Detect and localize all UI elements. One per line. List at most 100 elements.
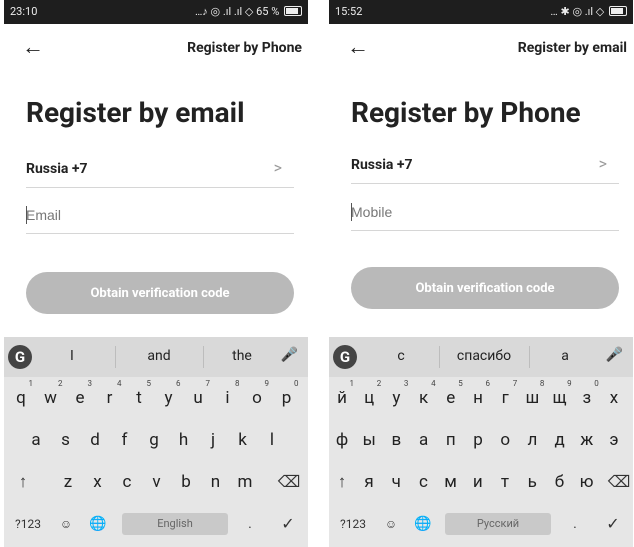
key[interactable]: ц2	[356, 379, 382, 415]
key[interactable]: н6	[465, 379, 491, 415]
key[interactable]: g	[141, 423, 167, 457]
key[interactable]: r4	[97, 379, 123, 415]
key[interactable]: d	[82, 423, 108, 457]
key[interactable]: й1	[329, 379, 355, 415]
symbols-key[interactable]: ?123	[333, 507, 373, 541]
key[interactable]: р	[465, 423, 491, 457]
key[interactable]: е5	[438, 379, 464, 415]
key[interactable]: h	[171, 423, 197, 457]
key[interactable]: l	[259, 423, 285, 457]
shift-icon[interactable]: ↑	[331, 465, 353, 499]
microphone-icon[interactable]: 🎤	[606, 347, 623, 363]
key[interactable]: u7	[185, 379, 211, 415]
suggestion-1[interactable]: с	[389, 348, 413, 364]
key-label: о	[500, 430, 511, 450]
key[interactable]: a	[23, 423, 49, 457]
key-label: x	[93, 472, 102, 492]
key[interactable]: s	[53, 423, 79, 457]
key-row-2: asd f gh j k l	[4, 423, 308, 463]
microphone-icon[interactable]: 🎤	[281, 347, 298, 363]
period-key[interactable]: .	[240, 507, 260, 541]
obtain-verification-code-button[interactable]: Obtain verification code	[26, 272, 294, 314]
key[interactable]: п	[438, 423, 464, 457]
key[interactable]: x	[85, 465, 111, 499]
key[interactable]: ш8	[519, 379, 545, 415]
google-icon[interactable]: G	[333, 345, 357, 369]
back-arrow-icon[interactable]: ←	[22, 35, 44, 61]
suggestion-2[interactable]: and	[134, 348, 184, 364]
key[interactable]: ж	[574, 423, 600, 457]
key[interactable]: e3	[67, 379, 93, 415]
shift-icon[interactable]: ↑	[10, 465, 36, 499]
suggestion-divider	[203, 346, 204, 368]
register-by-phone-link[interactable]: Register by Phone	[187, 40, 302, 56]
suggestion-3[interactable]: а	[553, 348, 577, 364]
key[interactable]: ь	[519, 465, 545, 499]
key[interactable]: v	[144, 465, 170, 499]
key[interactable]: ю	[574, 465, 600, 499]
key[interactable]: и	[465, 465, 491, 499]
key[interactable]: b	[173, 465, 199, 499]
key[interactable]: q1	[8, 379, 34, 415]
key[interactable]: я	[356, 465, 382, 499]
globe-icon[interactable]: 🌐	[86, 507, 110, 541]
key[interactable]: y6	[156, 379, 182, 415]
key[interactable]: c	[114, 465, 140, 499]
suggestion-3[interactable]: the	[222, 348, 262, 364]
key[interactable]: у3	[383, 379, 409, 415]
key[interactable]: м	[438, 465, 464, 499]
key[interactable]: щ9	[547, 379, 573, 415]
key[interactable]: k	[230, 423, 256, 457]
key[interactable]: i8	[215, 379, 241, 415]
key[interactable]: о	[492, 423, 518, 457]
email-input[interactable]	[26, 207, 286, 223]
google-icon[interactable]: G	[8, 345, 32, 369]
key[interactable]: з0	[574, 379, 600, 415]
done-icon[interactable]: ✓	[601, 507, 625, 541]
space-bar[interactable]: Русский	[445, 513, 551, 535]
period-key[interactable]: .	[565, 507, 585, 541]
key[interactable]: г7	[492, 379, 518, 415]
key[interactable]: б	[546, 465, 572, 499]
space-bar[interactable]: English	[122, 513, 228, 535]
key[interactable]: p0	[274, 379, 300, 415]
mobile-input[interactable]	[351, 204, 611, 220]
globe-icon[interactable]: 🌐	[411, 507, 435, 541]
email-field-row[interactable]	[26, 201, 294, 234]
key[interactable]: э	[601, 423, 627, 457]
key[interactable]: т	[492, 465, 518, 499]
key[interactable]: w2	[38, 379, 64, 415]
key[interactable]: j	[200, 423, 226, 457]
key[interactable]: в	[383, 423, 409, 457]
country-selector[interactable]: Russia +7 >	[351, 151, 619, 184]
backspace-icon[interactable]: ⌫	[607, 465, 631, 499]
register-by-email-link[interactable]: Register by email	[518, 40, 627, 56]
obtain-verification-code-button[interactable]: Obtain verification code	[351, 267, 619, 309]
suggestion-2[interactable]: спасибо	[449, 348, 519, 364]
back-arrow-icon[interactable]: ←	[347, 35, 369, 61]
backspace-icon[interactable]: ⌫	[276, 465, 302, 499]
key[interactable]: х	[601, 381, 627, 415]
done-icon[interactable]: ✓	[276, 507, 300, 541]
key[interactable]: л	[519, 423, 545, 457]
emoji-icon[interactable]: ☺	[54, 507, 78, 541]
suggestion-1[interactable]: I	[70, 348, 74, 364]
key[interactable]: д	[547, 423, 573, 457]
key[interactable]: f	[112, 423, 138, 457]
mobile-field-row[interactable]	[351, 198, 619, 231]
key[interactable]: o9	[244, 379, 270, 415]
key[interactable]: z	[55, 465, 81, 499]
country-selector[interactable]: Russia +7 >	[26, 155, 294, 188]
key[interactable]: ы	[356, 423, 382, 457]
key[interactable]: m	[232, 465, 258, 499]
key[interactable]: а	[411, 423, 437, 457]
symbols-key[interactable]: ?123	[8, 507, 48, 541]
key[interactable]: n	[203, 465, 229, 499]
key[interactable]: t5	[126, 379, 152, 415]
key[interactable]: с	[410, 465, 436, 499]
key[interactable]: ф	[329, 423, 355, 457]
key[interactable]: ч	[383, 465, 409, 499]
key[interactable]: к4	[411, 379, 437, 415]
emoji-icon[interactable]: ☺	[379, 507, 403, 541]
key-number-hint: 9	[264, 379, 270, 388]
